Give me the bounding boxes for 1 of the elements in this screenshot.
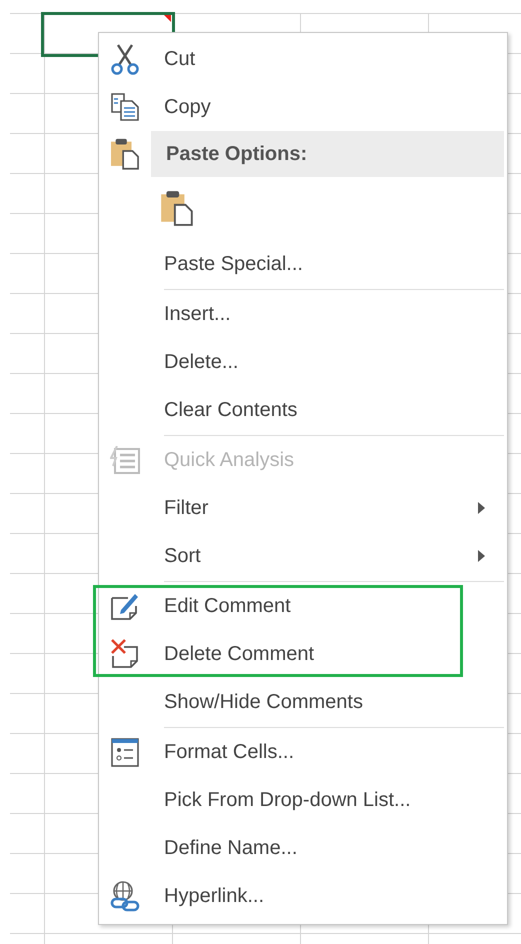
section-header: Paste Options:: [151, 131, 504, 177]
